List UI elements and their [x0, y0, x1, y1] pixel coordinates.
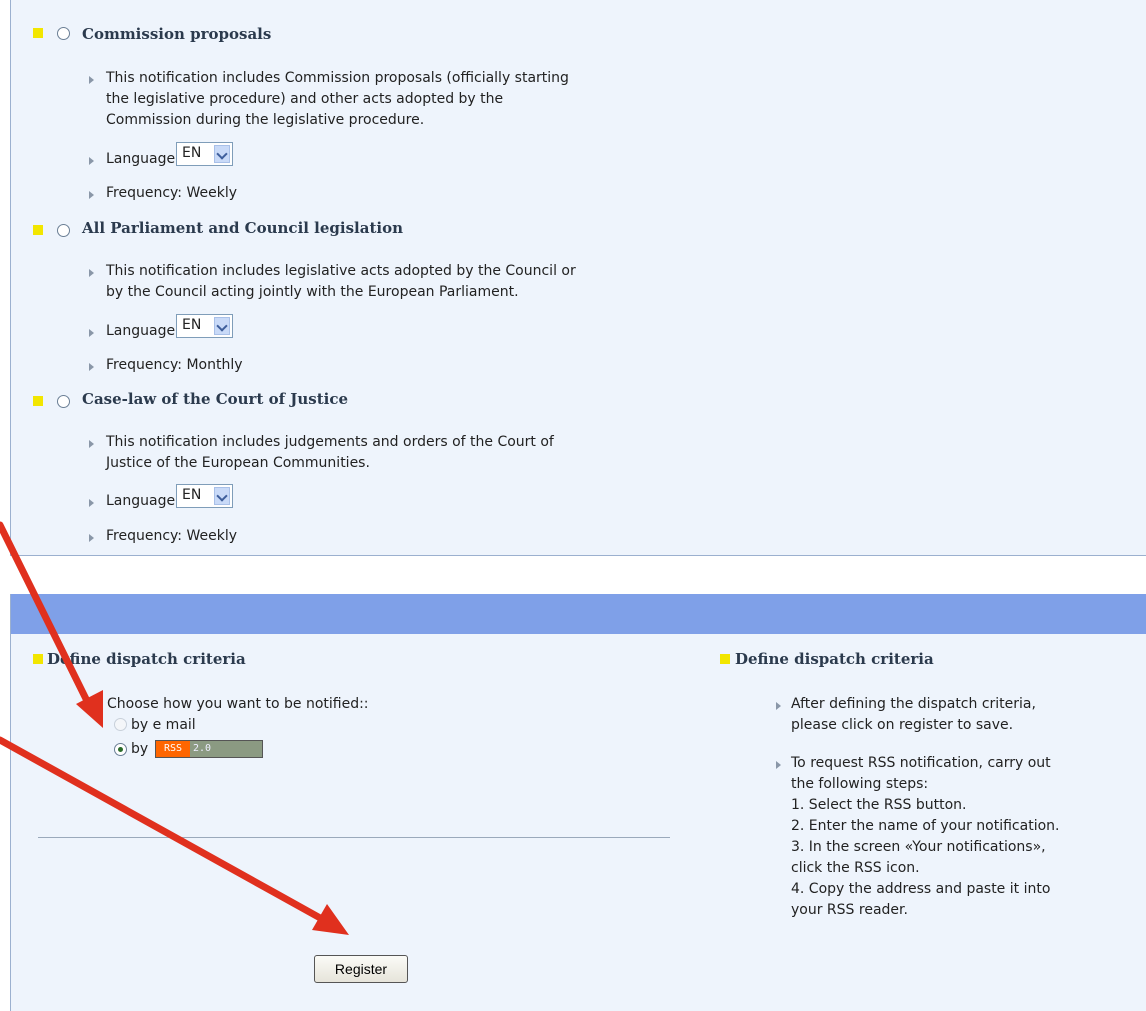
annotation-arrow-to-email	[0, 521, 94, 711]
annotation-arrows	[0, 521, 349, 935]
arrow-head-icon	[76, 690, 103, 728]
annotation-arrow-to-register	[0, 736, 326, 923]
